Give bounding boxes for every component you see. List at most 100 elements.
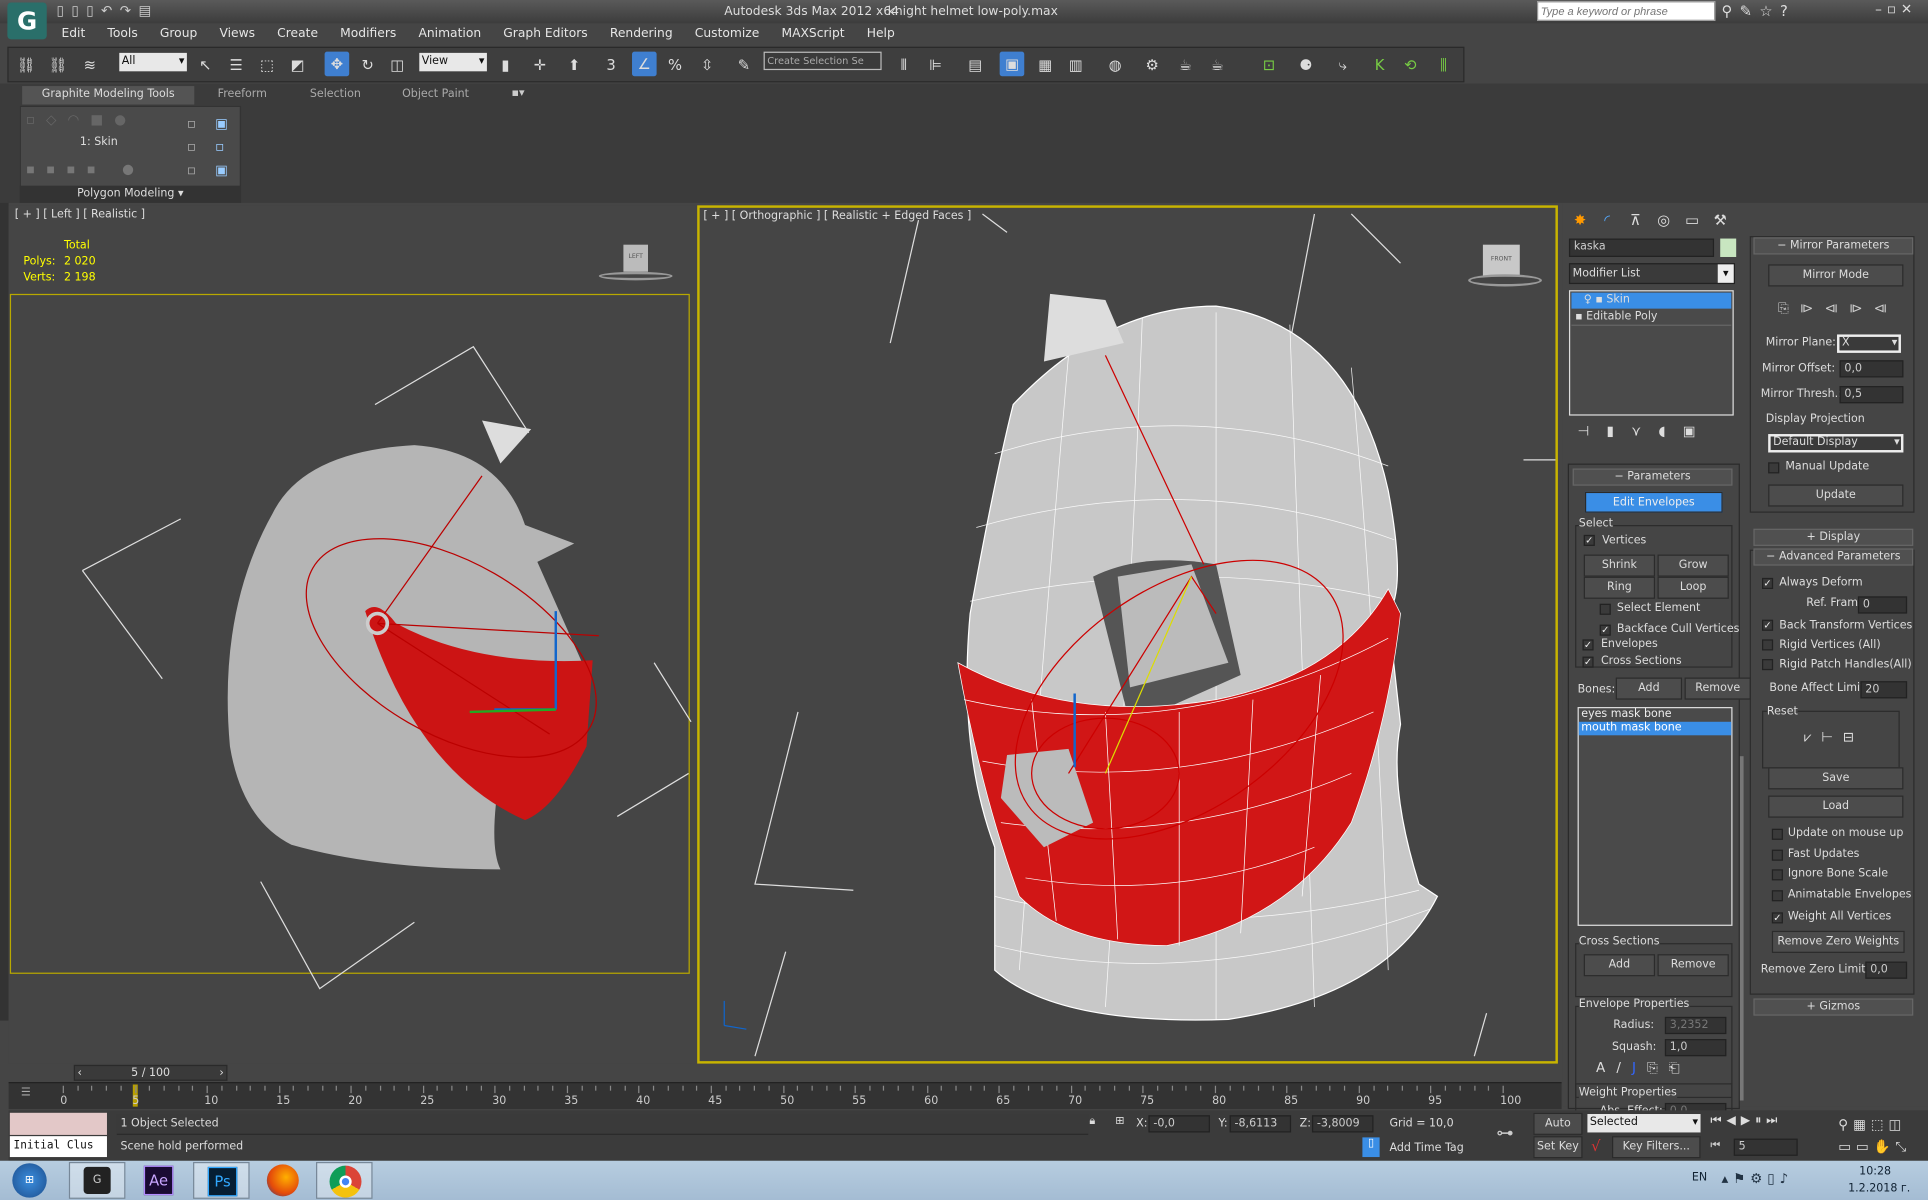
render-frame-icon[interactable]: ☕ [1173,53,1198,78]
mirror-parameters-header[interactable]: − Mirror Parameters [1753,237,1914,255]
update-button[interactable]: Update [1768,484,1904,507]
display-projection-dropdown[interactable]: Default Display ▾ [1768,434,1904,453]
time-prev-icon[interactable]: ‹ [77,1066,81,1081]
modifier-list-dropdown[interactable]: Modifier List ▾ [1568,263,1735,285]
bone-item-eyes[interactable]: eyes mask bone [1579,708,1731,722]
link-icon[interactable]: ⛓ [14,53,39,78]
edit-envelopes-button[interactable]: Edit Envelopes [1584,491,1723,513]
rigid-patch-checkbox[interactable] [1762,659,1774,671]
load-button[interactable]: Load [1768,795,1904,818]
cs-add-button[interactable]: Add [1583,954,1656,977]
key-mode-toggle-icon[interactable]: ⏮ [1710,1140,1720,1152]
move-icon[interactable]: ✥ [324,51,350,77]
modeling-tool-buttons[interactable]: ▫◇◠■● [26,112,137,128]
bone-tools-icon[interactable]: ⊡ [1257,53,1282,78]
app-logo-button[interactable]: G [7,2,47,40]
polygon-modeling-dropdown[interactable]: Polygon Modeling ▾ [19,185,242,203]
cs-remove-button[interactable]: Remove [1657,954,1729,977]
time-tag-icon[interactable]: ▯ [1362,1137,1380,1158]
ref-frame-field[interactable]: 0 [1857,596,1908,614]
maxscript-listener-pink[interactable] [9,1112,107,1135]
taskbar-3dsmax[interactable]: G [68,1161,126,1199]
modify-tab-icon[interactable]: ◜ [1595,208,1620,233]
render-icon[interactable]: ☕ [1205,53,1230,78]
menu-rendering[interactable]: Rendering [610,27,673,41]
taskbar-photoshop[interactable]: Ps [193,1161,250,1199]
align-icon[interactable]: ⊫ [923,53,948,78]
start-button[interactable]: ⊞ [12,1163,47,1198]
window-crossing-icon[interactable]: ◩ [285,53,310,78]
side-buttons[interactable]: ▫ ▫ ▫ [187,112,196,182]
taskbar-after-effects[interactable]: Ae [143,1165,174,1196]
named-sel-icon[interactable]: ✎ [732,53,757,78]
taskbar-chrome[interactable] [316,1161,373,1199]
menu-graph-editors[interactable]: Graph Editors [503,27,587,41]
menu-customize[interactable]: Customize [695,27,760,41]
tray-icons[interactable]: ▴⚑⚙▯♪ [1721,1171,1793,1187]
rigid-vertices-checkbox[interactable] [1762,639,1774,651]
maxscript-mini-listener[interactable]: Initial Clus [9,1136,107,1158]
x-coord-field[interactable]: -0,0 [1148,1115,1210,1133]
add-time-tag-button[interactable]: Add Time Tag [1389,1142,1463,1154]
tab-graphite-modeling-tools[interactable]: Graphite Modeling Tools [22,86,195,105]
gizmos-rollout-header[interactable]: + Gizmos [1753,998,1914,1016]
ring-button[interactable]: Ring [1583,576,1656,599]
side-buttons-active[interactable]: ▣ ▫ ▣ [215,112,235,181]
bones-list[interactable]: eyes mask bone mouth mask bone [1577,707,1733,926]
ref-coord-dropdown[interactable]: View ▾ [419,52,487,72]
menu-views[interactable]: Views [219,27,255,41]
auto-key-button[interactable]: Auto Key [1533,1112,1583,1150]
absolute-mode-icon[interactable]: ⊞ [1115,1115,1124,1127]
rotate-icon[interactable]: ↻ [355,53,380,78]
snaps-3d-icon[interactable]: 3 [599,53,624,78]
grow-button[interactable]: Grow [1657,554,1729,577]
ignore-bone-scale-checkbox[interactable] [1771,869,1783,881]
modeling-tool-buttons-2[interactable]: ▪▪▪▪ ● [26,161,145,177]
y-coord-field[interactable]: -8,6113 [1229,1115,1292,1133]
radius-field[interactable]: 3,2352 [1664,1016,1727,1035]
display-rollout-header[interactable]: + Display [1753,528,1914,546]
cross-sections-checkbox[interactable]: ✓ [1582,656,1594,668]
reset-icons[interactable]: ⩗⊢⊟ [1804,729,1864,746]
key-filters-button[interactable]: Key Filters... [1612,1136,1701,1159]
create-tab-icon[interactable]: ✸ [1568,208,1593,233]
manual-update-checkbox[interactable] [1768,462,1780,474]
utilities-tab-icon[interactable]: ⚒ [1708,208,1733,233]
shrink-button[interactable]: Shrink [1583,554,1656,577]
select-element-checkbox[interactable] [1599,603,1611,615]
motion-tab-icon[interactable]: ◎ [1651,208,1676,233]
unlink-icon[interactable]: ⛓ [45,53,70,78]
quick-access-toolbar[interactable]: ▯▯▯↶↷▤ [57,2,159,18]
always-deform-checkbox[interactable]: ✓ [1762,577,1774,589]
selection-region-icon[interactable]: ⬚ [255,53,280,78]
clock-time[interactable]: 10:28 [1859,1166,1891,1178]
set-key-mode-icon[interactable]: ⊶ [1496,1124,1513,1144]
lock-icon[interactable]: 🔒︎ [1089,1115,1095,1127]
weight-all-vertices-checkbox[interactable]: ✓ [1771,912,1783,924]
save-button[interactable]: Save [1768,767,1904,790]
bone-item-mouth[interactable]: mouth mask bone [1578,721,1732,736]
viewport-left[interactable]: [ + ] [ Left ] [ Realistic ] Total Polys… [8,205,695,1064]
scale-icon[interactable]: ◫ [385,53,410,78]
menu-tools[interactable]: Tools [107,27,137,41]
set-key-button[interactable]: Set Key [1533,1136,1583,1159]
ik-icon[interactable]: ⤷ [1330,53,1355,78]
help-icons[interactable]: ⚲✎☆? [1721,2,1795,19]
stack-item-editable-poly[interactable]: ▪ Editable Poly [1571,310,1732,326]
layers-icon[interactable]: ▤ [963,53,988,78]
time-next-icon[interactable]: › [219,1066,223,1081]
key-tangent-icon[interactable]: √ [1591,1137,1600,1154]
stack-item-skin[interactable]: ♀ ▪ Skin [1571,292,1732,309]
squash-field[interactable]: 1,0 [1664,1039,1727,1057]
search-input[interactable] [1537,1,1716,21]
key-mode-dropdown[interactable]: Selected ▾ [1587,1114,1701,1133]
mirror-plane-dropdown[interactable]: X ▾ [1837,334,1901,353]
material-editor-icon[interactable]: ◍ [1103,53,1128,78]
named-selection-dropdown[interactable]: Create Selection Se [763,51,882,71]
menu-edit[interactable]: Edit [61,27,85,41]
menu-maxscript[interactable]: MAXScript [781,27,844,41]
remove-bone-button[interactable]: Remove [1684,677,1751,700]
schematic-view-icon[interactable]: ▥ [1064,53,1089,78]
back-transform-checkbox[interactable]: ✓ [1762,619,1774,631]
percent-snap-icon[interactable]: % [663,53,688,78]
